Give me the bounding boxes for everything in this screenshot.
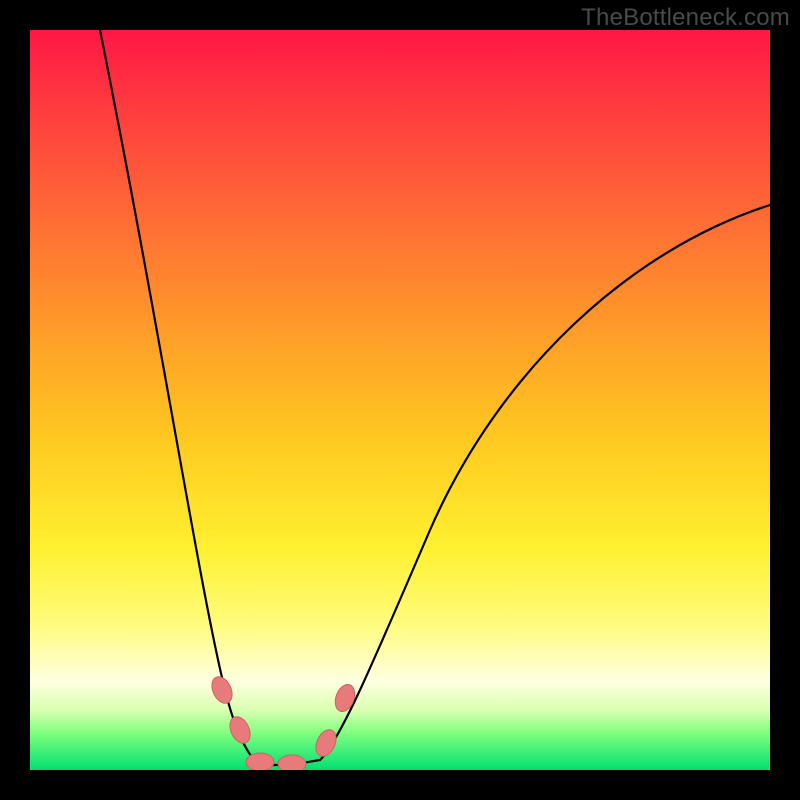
marker-4 [312, 727, 340, 760]
marker-2 [246, 753, 274, 770]
chart-svg [30, 30, 770, 770]
marker-1 [226, 714, 254, 747]
markers-group [208, 674, 358, 770]
marker-3 [278, 755, 306, 770]
marker-5 [332, 682, 358, 714]
curve-left [100, 30, 290, 765]
marker-0 [208, 674, 236, 707]
chart-frame [30, 30, 770, 770]
curve-right [290, 205, 770, 765]
watermark-text: TheBottleneck.com [581, 4, 790, 32]
